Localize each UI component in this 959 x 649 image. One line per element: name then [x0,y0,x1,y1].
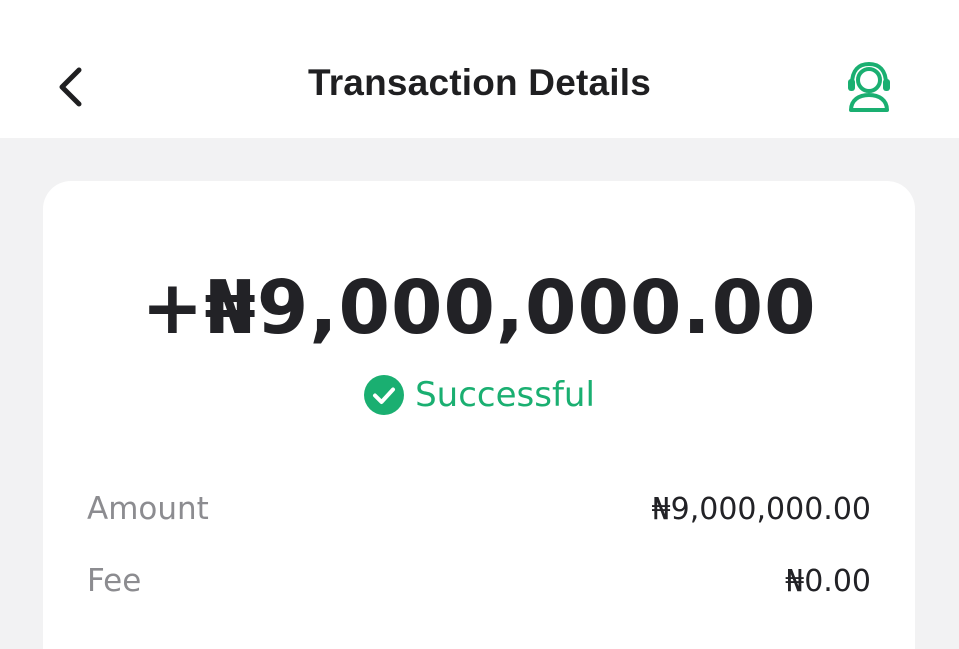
fee-label: Fee [87,563,142,599]
detail-row-fee: Fee ₦0.00 [87,563,871,599]
amount-value: ₦9,000,000.00 [651,491,871,527]
customer-support-headset-icon [848,61,890,112]
check-circle-icon [363,374,405,416]
app-header: Transaction Details [0,0,959,138]
status-badge: Successful [43,374,915,416]
detail-row-amount: Amount ₦9,000,000.00 [87,491,871,527]
transaction-amount: +₦9,000,000.00 [141,265,817,351]
amount-label: Amount [87,491,209,527]
customer-support-button[interactable] [838,58,900,116]
page-title: Transaction Details [307,62,652,103]
transaction-card: +₦9,000,000.00 Successful Amount ₦9,000,… [43,181,915,649]
status-label: Successful [415,375,595,415]
fee-value: ₦0.00 [785,563,871,599]
